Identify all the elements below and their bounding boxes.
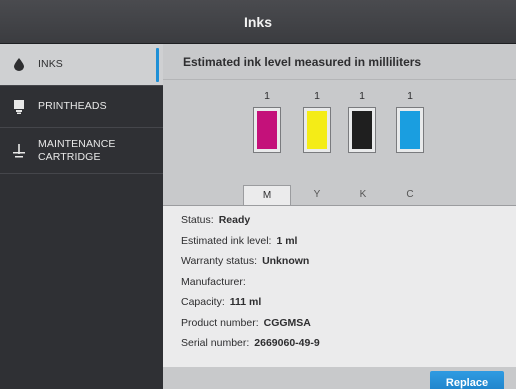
ink-fill-c	[400, 111, 420, 149]
ink-level-c: 1	[407, 90, 413, 102]
sidebar-item-label: MAINTENANCE CARTRIDGE	[38, 138, 116, 164]
cartridge-tabs: M Y K C	[163, 185, 516, 205]
sidebar-label-line2: CARTRIDGE	[38, 150, 101, 163]
detail-capacity: Capacity: 111 ml	[181, 296, 262, 309]
detail-serial-number: Serial number: 2669060-49-9	[181, 337, 320, 350]
cartridge-y[interactable]	[303, 107, 331, 153]
tab-y[interactable]: Y	[293, 185, 341, 205]
detail-product-number: Product number: CGGMSA	[181, 316, 311, 329]
detail-status: Status: Ready	[181, 214, 251, 227]
ink-fill-m	[257, 111, 277, 149]
cartridge-details: Status: Ready Estimated ink level: 1 ml …	[163, 205, 516, 367]
cartridge-m[interactable]	[253, 107, 281, 153]
sidebar-item-printheads[interactable]: PRINTHEADS	[0, 86, 163, 128]
tab-m[interactable]: M	[243, 185, 291, 205]
printhead-icon	[12, 99, 26, 114]
panel-heading: Estimated ink level measured in millilit…	[183, 54, 422, 69]
main-panel: Estimated ink level measured in millilit…	[163, 44, 516, 389]
panel-header: Estimated ink level measured in millilit…	[163, 44, 516, 80]
ink-level-y: 1	[314, 90, 320, 102]
ink-drop-icon	[12, 58, 26, 72]
cartridge-k[interactable]	[348, 107, 376, 153]
sidebar-item-inks[interactable]: INKS	[0, 44, 163, 86]
detail-manufacturer: Manufacturer:	[181, 275, 246, 288]
sidebar-item-label: PRINTHEADS	[38, 100, 107, 112]
panel-footer: Replace	[163, 367, 516, 389]
sidebar-item-maintenance-cartridge[interactable]: MAINTENANCE CARTRIDGE	[0, 128, 163, 174]
detail-ink-level: Estimated ink level: 1 ml	[181, 234, 298, 247]
title-bar: Inks	[0, 0, 516, 44]
ink-levels-area: 1 1 1 1 M Y K C	[163, 81, 516, 206]
ink-level-m: 1	[264, 90, 270, 102]
maintenance-cartridge-icon	[12, 143, 26, 158]
ink-fill-y	[307, 111, 327, 149]
sidebar: INKS PRINTHEADS MAINTENANCE CARTRIDGE	[0, 44, 163, 389]
tab-k[interactable]: K	[339, 185, 387, 205]
ink-level-k: 1	[359, 90, 365, 102]
cartridge-c[interactable]	[396, 107, 424, 153]
ink-fill-k	[352, 111, 372, 149]
window-title: Inks	[243, 13, 272, 30]
sidebar-label-line1: MAINTENANCE	[38, 137, 116, 150]
tab-c[interactable]: C	[386, 185, 434, 205]
detail-warranty: Warranty status: Unknown	[181, 255, 310, 268]
sidebar-item-label: INKS	[38, 58, 63, 70]
replace-button[interactable]: Replace	[430, 371, 504, 389]
